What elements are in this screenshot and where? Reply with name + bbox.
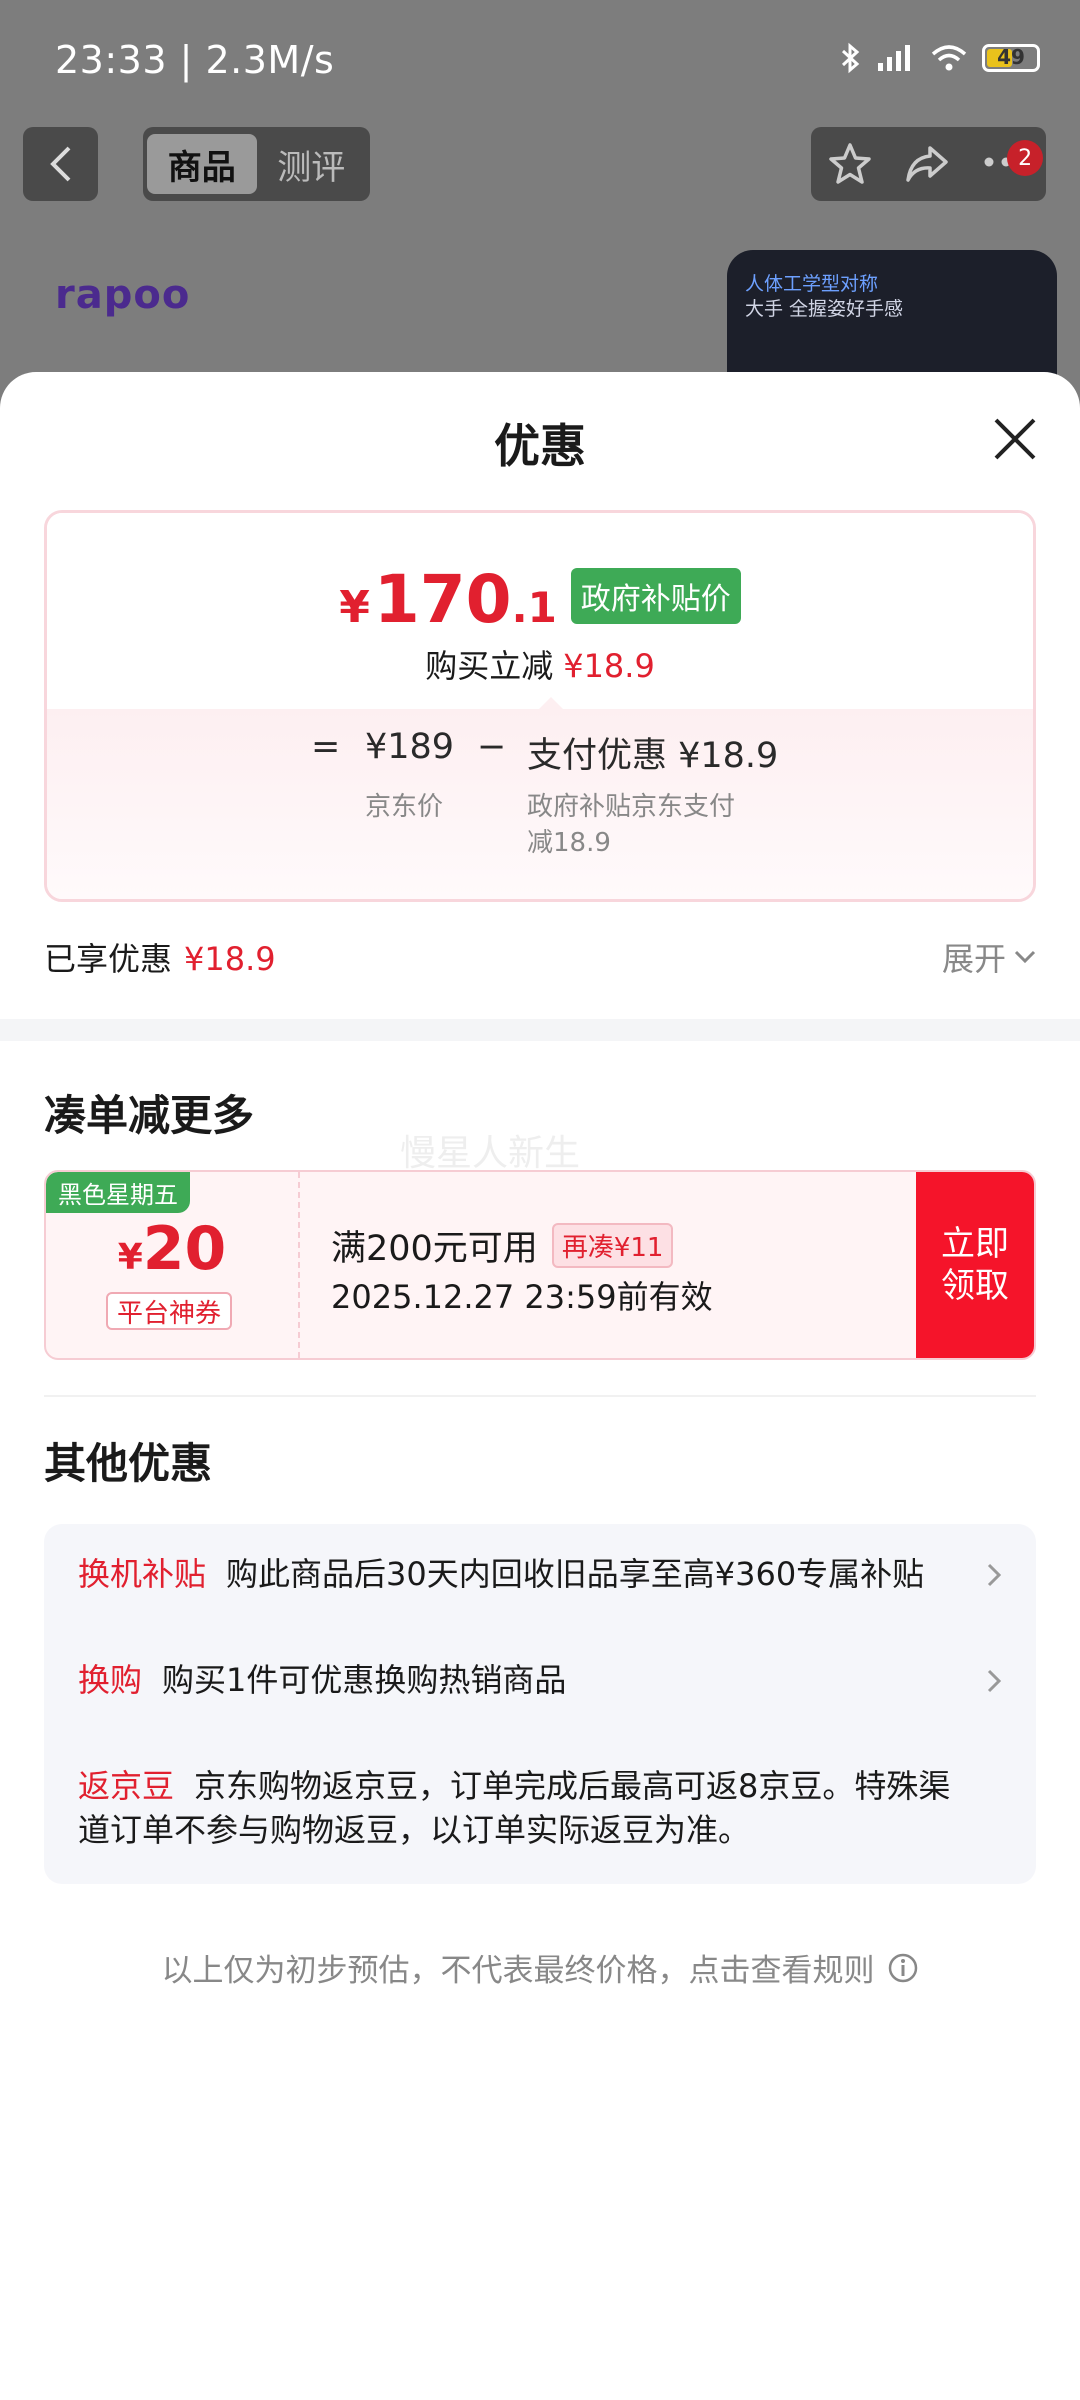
claim-coupon-button[interactable]: 立即 领取 bbox=[916, 1172, 1034, 1358]
enjoyed-discount: 已享优惠 ¥18.9 bbox=[44, 940, 276, 978]
top-actions: 2 bbox=[811, 127, 1046, 201]
discount-sheet: 优惠 ¥ 170 .1 政府补贴价 购买立减 ¥18.9 = ¥189 京东价 −… bbox=[0, 372, 1080, 2400]
tab-review[interactable]: 测评 bbox=[257, 134, 367, 194]
brand-logo: rapoo bbox=[55, 272, 191, 318]
instant-discount: 购买立减 ¥18.9 bbox=[425, 647, 655, 685]
coupon-more-needed: 再凑¥11 bbox=[551, 1223, 674, 1268]
sheet-title: 优惠 bbox=[494, 419, 586, 473]
status-bar: 23:33 | 2.3M/s 49 bbox=[0, 0, 1080, 125]
equals-sign: = bbox=[311, 727, 341, 767]
gov-subsidy-tag: 政府补贴价 bbox=[570, 568, 741, 624]
status-icons: 49 bbox=[840, 42, 1040, 74]
promo-line-2: 大手 全握姿好手感 bbox=[745, 298, 904, 320]
status-time: 23:33 | 2.3M/s bbox=[55, 38, 335, 82]
offer-jd-beans: 返京豆 京东购物返京豆，订单完成后最高可返8京豆。特殊渠道订单不参与购物返豆，以订… bbox=[78, 1767, 951, 1849]
expand-button[interactable]: 展开 bbox=[942, 934, 1036, 980]
minus-sign: − bbox=[477, 727, 507, 767]
other-offers-list: 换机补贴 购此商品后30天内回收旧品享至高¥360专属补贴 换购 购买1件可优惠换购… bbox=[44, 1524, 1036, 1884]
coupon-condition: 满200元可用 再凑¥11 bbox=[331, 1220, 674, 1271]
promo-line-1: 人体工学型对称 bbox=[745, 273, 879, 295]
offer-exchange[interactable]: 换购 购买1件可优惠换购热销商品 bbox=[78, 1658, 1002, 1702]
payment-discount: 支付优惠 ¥18.9 bbox=[527, 736, 779, 776]
coupon-type: 平台神券 bbox=[106, 1292, 232, 1330]
payment-discount-desc-1: 政府补贴京东支付 bbox=[527, 792, 736, 822]
price-calculation: = ¥189 京东价 − 支付优惠 ¥18.9 政府补贴京东支付 减18.9 bbox=[47, 709, 1033, 899]
coupon-event-tag: 黑色星期五 bbox=[46, 1172, 190, 1213]
chevron-right-icon bbox=[987, 1563, 1002, 1587]
combine-heading: 凑单减更多 bbox=[44, 1091, 255, 1140]
base-price-label: 京东价 bbox=[365, 792, 444, 822]
other-offers-heading: 其他优惠 bbox=[44, 1439, 213, 1488]
coupon-card: ¥20 平台神券 黑色星期五 满200元可用 再凑¥11 2025.12.27 … bbox=[44, 1170, 1036, 1360]
final-price: ¥ 170 .1 bbox=[339, 561, 557, 638]
disclaimer[interactable]: 以上仅为初步预估，不代表最终价格，点击查看规则 bbox=[0, 1945, 1080, 1990]
bluetooth-icon bbox=[841, 42, 860, 74]
chevron-left-icon bbox=[49, 146, 70, 182]
chevron-down-icon bbox=[1014, 950, 1036, 964]
notification-badge: 2 bbox=[1007, 140, 1044, 176]
wifi-icon bbox=[931, 45, 967, 71]
close-icon[interactable] bbox=[990, 414, 1040, 464]
battery-icon: 49 bbox=[982, 44, 1040, 72]
back-button[interactable] bbox=[23, 127, 98, 201]
tab-product[interactable]: 商品 bbox=[147, 134, 257, 194]
coupon-valid-until: 2025.12.27 23:59前有效 bbox=[331, 1278, 713, 1316]
chevron-right-icon bbox=[987, 1669, 1002, 1693]
watermark: 慢星人新生 bbox=[400, 1133, 581, 1174]
more-button[interactable]: 2 bbox=[981, 140, 1044, 176]
background-product-page: 23:33 | 2.3M/s 49 商品 测评 2 rapoo 人体工学型对称 … bbox=[0, 0, 1080, 450]
price-breakdown-card: ¥ 170 .1 政府补贴价 购买立减 ¥18.9 = ¥189 京东价 − 支付… bbox=[44, 510, 1036, 902]
offer-trade-in[interactable]: 换机补贴 购此商品后30天内回收旧品享至高¥360专属补贴 bbox=[78, 1552, 1002, 1596]
base-price: ¥189 bbox=[365, 727, 455, 767]
payment-discount-desc-2: 减18.9 bbox=[527, 828, 611, 858]
coupon-amount: ¥20 bbox=[117, 1214, 227, 1284]
share-icon[interactable] bbox=[903, 140, 951, 188]
info-icon bbox=[888, 1953, 917, 1982]
signal-icon bbox=[878, 45, 910, 71]
star-icon[interactable] bbox=[826, 140, 874, 188]
top-tabs: 商品 测评 bbox=[143, 127, 370, 201]
